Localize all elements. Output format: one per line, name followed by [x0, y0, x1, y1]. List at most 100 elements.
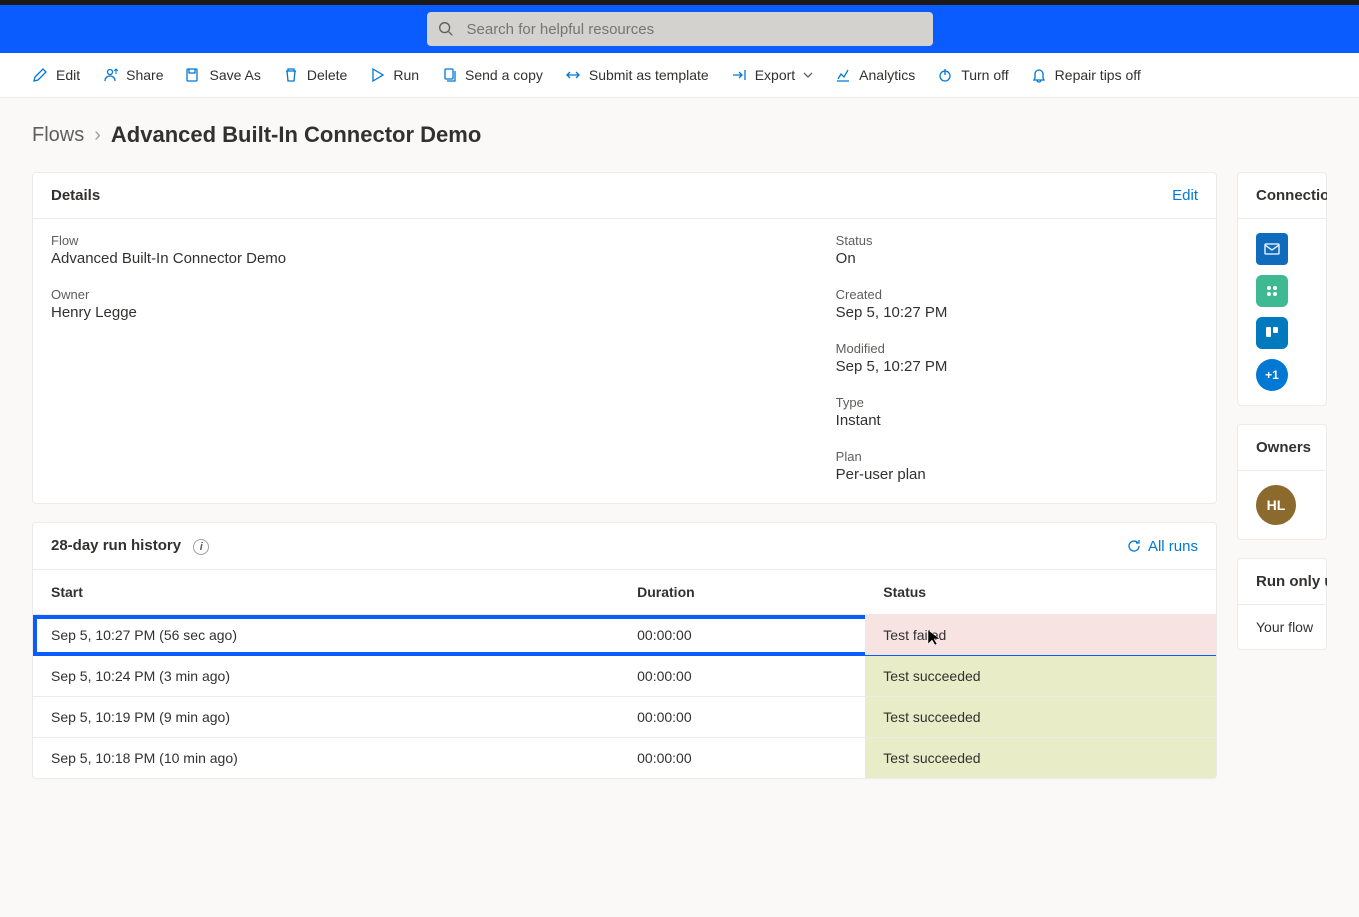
cell-duration: 00:00:00 [619, 615, 865, 656]
delete-button[interactable]: Delete [283, 67, 347, 83]
main-column: Details Edit Flow Advanced Built-In Conn… [32, 172, 1217, 779]
history-title: 28-day run history i [51, 537, 209, 555]
field-value: On [836, 250, 1198, 267]
field-plan: Plan Per-user plan [836, 449, 1198, 483]
submit-template-button[interactable]: Submit as template [565, 67, 709, 83]
page-title: Advanced Built-In Connector Demo [111, 122, 481, 148]
details-edit-link[interactable]: Edit [1172, 187, 1198, 204]
cmd-label: Save As [209, 67, 260, 83]
field-value: Henry Legge [51, 304, 776, 321]
cursor-icon [927, 629, 943, 645]
cell-status: Test succeeded [865, 697, 1216, 738]
copy-icon [441, 67, 457, 83]
cmd-label: Repair tips off [1055, 67, 1141, 83]
save-as-button[interactable]: Save As [185, 67, 260, 83]
cmd-label: Export [755, 67, 795, 83]
share-button[interactable]: Share [102, 67, 163, 83]
all-runs-text: All runs [1148, 538, 1198, 555]
slack-icon[interactable] [1256, 275, 1288, 307]
side-column: Connections +1 Owners HL Run only use [1237, 172, 1327, 779]
cell-start: Sep 5, 10:24 PM (3 min ago) [33, 656, 619, 697]
bell-icon [1031, 67, 1047, 83]
field-created: Created Sep 5, 10:27 PM [836, 287, 1198, 321]
table-row[interactable]: Sep 5, 10:18 PM (10 min ago)00:00:00Test… [33, 738, 1216, 779]
history-header: 28-day run history i All runs [33, 523, 1216, 570]
send-copy-button[interactable]: Send a copy [441, 67, 543, 83]
table-row[interactable]: Sep 5, 10:19 PM (9 min ago)00:00:00Test … [33, 697, 1216, 738]
cell-status: Test succeeded [865, 656, 1216, 697]
col-status[interactable]: Status [865, 570, 1216, 615]
info-icon[interactable]: i [193, 539, 209, 555]
breadcrumb-root[interactable]: Flows [32, 124, 84, 147]
details-header: Details Edit [33, 173, 1216, 219]
search-box[interactable] [427, 12, 933, 46]
connections-list: +1 [1238, 219, 1326, 405]
edit-button[interactable]: Edit [32, 67, 80, 83]
cell-status: Test failed [865, 615, 1216, 656]
field-owner: Owner Henry Legge [51, 287, 776, 321]
cell-duration: 00:00:00 [619, 656, 865, 697]
col-start[interactable]: Start [33, 570, 619, 615]
cmd-label: Edit [56, 67, 80, 83]
run-only-title: Run only users [1238, 559, 1326, 605]
play-icon [369, 67, 385, 83]
cell-start: Sep 5, 10:19 PM (9 min ago) [33, 697, 619, 738]
col-duration[interactable]: Duration [619, 570, 865, 615]
refresh-icon [1126, 538, 1142, 554]
field-value: Sep 5, 10:27 PM [836, 358, 1198, 375]
field-label: Flow [51, 233, 776, 248]
connections-card: Connections +1 [1237, 172, 1327, 406]
owner-avatar[interactable]: HL [1256, 485, 1296, 525]
field-label: Plan [836, 449, 1198, 464]
table-header-row: Start Duration Status [33, 570, 1216, 615]
trello-icon[interactable] [1256, 317, 1288, 349]
owners-card: Owners HL [1237, 424, 1327, 540]
template-icon [565, 67, 581, 83]
content-row: Details Edit Flow Advanced Built-In Conn… [0, 156, 1359, 795]
field-status: Status On [836, 233, 1198, 267]
envelope-icon [1263, 240, 1281, 258]
field-modified: Modified Sep 5, 10:27 PM [836, 341, 1198, 375]
cell-duration: 00:00:00 [619, 738, 865, 779]
hash-icon [1264, 283, 1280, 299]
field-value: Advanced Built-In Connector Demo [51, 250, 776, 267]
details-title: Details [51, 187, 100, 204]
field-value: Instant [836, 412, 1198, 429]
analytics-icon [835, 67, 851, 83]
history-title-text: 28-day run history [51, 537, 181, 554]
details-body: Flow Advanced Built-In Connector Demo Ow… [33, 219, 1216, 503]
power-icon [937, 67, 953, 83]
mail-icon[interactable] [1256, 233, 1288, 265]
run-button[interactable]: Run [369, 67, 419, 83]
header-bar [0, 5, 1359, 53]
cell-start: Sep 5, 10:18 PM (10 min ago) [33, 738, 619, 779]
details-card: Details Edit Flow Advanced Built-In Conn… [32, 172, 1217, 504]
chevron-down-icon [803, 70, 813, 80]
breadcrumb: Flows › Advanced Built-In Connector Demo [0, 98, 1359, 156]
search-input[interactable] [465, 20, 923, 39]
field-flow: Flow Advanced Built-In Connector Demo [51, 233, 776, 267]
field-label: Owner [51, 287, 776, 302]
export-icon [731, 67, 747, 83]
field-label: Type [836, 395, 1198, 410]
field-value: Per-user plan [836, 466, 1198, 483]
cell-status: Test succeeded [865, 738, 1216, 779]
turn-off-button[interactable]: Turn off [937, 67, 1008, 83]
export-button[interactable]: Export [731, 67, 813, 83]
repair-tips-button[interactable]: Repair tips off [1031, 67, 1141, 83]
table-row[interactable]: Sep 5, 10:27 PM (56 sec ago)00:00:00Test… [33, 615, 1216, 656]
cmd-label: Send a copy [465, 67, 543, 83]
cmd-label: Turn off [961, 67, 1008, 83]
field-label: Status [836, 233, 1198, 248]
board-icon [1264, 325, 1280, 341]
analytics-button[interactable]: Analytics [835, 67, 915, 83]
more-connections-badge[interactable]: +1 [1256, 359, 1288, 391]
all-runs-link[interactable]: All runs [1126, 538, 1198, 555]
share-icon [102, 67, 118, 83]
cmd-label: Analytics [859, 67, 915, 83]
history-table: Start Duration Status Sep 5, 10:27 PM (5… [33, 570, 1216, 778]
table-row[interactable]: Sep 5, 10:24 PM (3 min ago)00:00:00Test … [33, 656, 1216, 697]
search-icon [437, 20, 455, 38]
owners-title: Owners [1238, 425, 1326, 471]
cell-start: Sep 5, 10:27 PM (56 sec ago) [33, 615, 619, 656]
